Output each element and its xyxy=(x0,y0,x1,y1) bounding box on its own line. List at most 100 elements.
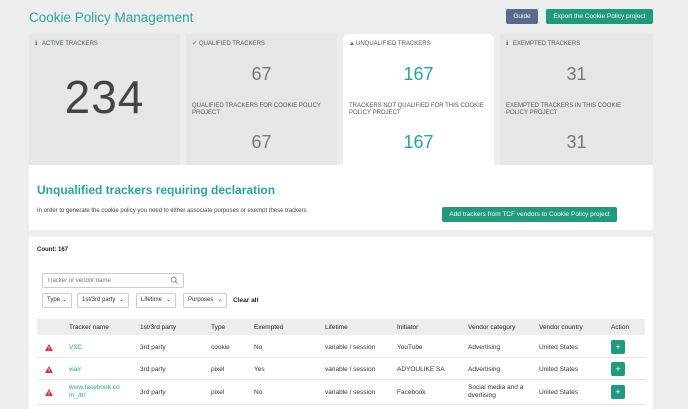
category-cell: Advertising xyxy=(468,366,501,373)
warning-icon xyxy=(45,389,53,396)
active-trackers-card[interactable]: ℹ ACTIVE TRACKERS 234 xyxy=(29,34,180,165)
type-cell: cookie xyxy=(211,344,230,351)
col-party[interactable]: 1st/3rd party xyxy=(140,324,176,331)
tracker-name-line1: www.facebook.co xyxy=(69,384,120,391)
table-row: VSC 3rd party cookie No variable / sessi… xyxy=(37,336,645,358)
initiator-cell: ADYOULIKE SA xyxy=(397,366,445,373)
initiator-cell: Facebook xyxy=(397,389,426,396)
qualified-trackers-card[interactable]: ✔ QUALIFIED TRACKERS 67 QUALIFIED TRACKER… xyxy=(186,34,337,165)
party-cell: 3rd party xyxy=(140,366,166,373)
exempted-trackers-value: 31 xyxy=(566,64,587,84)
add-tracker-button[interactable]: + xyxy=(611,385,625,399)
type-cell: pixel xyxy=(211,366,225,373)
guide-button[interactable]: Guide xyxy=(506,9,538,24)
qualified-trackers-label-text: QUALIFIED TRACKERS xyxy=(199,41,265,47)
unqualified-project-value: 167 xyxy=(403,132,434,152)
declaration-title: Unqualified trackers requiring declarati… xyxy=(37,183,276,197)
page-title: Cookie Policy Management xyxy=(29,10,194,25)
category-cell: Advertising xyxy=(468,344,501,351)
active-trackers-value: 234 xyxy=(64,71,145,123)
col-lifetime[interactable]: Lifetime xyxy=(325,324,348,331)
lifetime-cell: variable / session xyxy=(325,344,376,351)
info-icon: ℹ xyxy=(506,41,509,47)
search-icon[interactable] xyxy=(170,276,179,285)
unqualified-trackers-label-text: UNQUALIFIED TRACKERS xyxy=(356,41,431,47)
unqualified-trackers-card[interactable]: ▲UNQUALIFIED TRACKERS 167 TRACKERS NOT Q… xyxy=(343,34,494,165)
country-cell: United States xyxy=(539,389,579,396)
col-vendor-category[interactable]: Vendor category xyxy=(468,324,515,331)
tracker-name-link[interactable]: www.facebook.co m_/tr/ xyxy=(69,384,120,400)
add-tracker-button[interactable]: + xyxy=(611,340,625,354)
search-input[interactable] xyxy=(47,277,162,285)
tracker-name-line2: m_/tr/ xyxy=(69,392,86,399)
qualified-project-label: QUALIFIED TRACKERS FOR COOKIE POLICY PRO… xyxy=(192,103,321,116)
filter-type[interactable]: Type ⌄ xyxy=(42,293,72,308)
qualified-project-value: 67 xyxy=(251,132,272,152)
initiator-cell: YouTube xyxy=(397,344,423,351)
party-cell: 3rd party xyxy=(140,389,166,396)
country-cell: United States xyxy=(539,344,579,351)
chevron-down-icon: ⌄ xyxy=(118,297,124,303)
add-tracker-button[interactable]: + xyxy=(611,362,625,376)
unqualified-trackers-value: 167 xyxy=(403,64,434,84)
filter-type-label: Type xyxy=(47,297,61,303)
trackers-list-panel: Count: 167 Type⌄ 1st/3rd party⌄ Lifetime… xyxy=(29,237,653,409)
filter-purposes[interactable]: Purposes ⌄ xyxy=(183,293,227,308)
category-line2: dvertising xyxy=(468,392,496,399)
info-icon: ℹ xyxy=(35,41,38,47)
tracker-name-link[interactable]: via# xyxy=(69,366,81,374)
active-trackers-label: ℹ ACTIVE TRACKERS xyxy=(35,41,98,48)
warning-icon xyxy=(45,366,53,373)
unqualified-project-label: TRACKERS NOT QUALIFIED FOR THIS COOKIE P… xyxy=(349,103,484,116)
tracker-name-link[interactable]: VSC xyxy=(69,344,82,352)
category-cell: Social media and a dvertising xyxy=(468,384,523,400)
active-trackers-label-text: ACTIVE TRACKERS xyxy=(42,41,98,47)
warning-icon: ▲ xyxy=(349,41,355,47)
exempted-project-label: EXEMPTED TRACKERS IN THIS COOKIE POLICY … xyxy=(506,103,622,116)
table-row: www.facebook.co m_/tr/ 3rd party pixel N… xyxy=(37,380,645,405)
filter-lifetime-label: Lifetime xyxy=(141,297,163,303)
clear-all-link[interactable]: Clear all xyxy=(233,297,258,304)
check-icon: ✔ xyxy=(192,41,198,47)
chevron-down-icon: ⌄ xyxy=(216,297,222,303)
exempted-trackers-label: ℹ EXEMPTED TRACKERS xyxy=(506,41,580,48)
col-action: Action xyxy=(611,324,630,331)
count-label: Count: 167 xyxy=(37,247,69,253)
exempted-project-value: 31 xyxy=(566,132,587,152)
type-cell: pixel xyxy=(211,389,225,396)
country-cell: United States xyxy=(539,366,579,373)
unqualified-trackers-label: ▲UNQUALIFIED TRACKERS xyxy=(349,41,431,48)
exempted-trackers-label-text: EXEMPTED TRACKERS xyxy=(513,41,581,47)
chevron-down-icon: ⌄ xyxy=(165,297,171,303)
search-box[interactable] xyxy=(42,273,184,288)
chevron-down-icon: ⌄ xyxy=(61,297,67,303)
col-tracker-name[interactable]: Tracker name xyxy=(69,324,109,331)
exempted-cell: Yes xyxy=(254,366,265,373)
add-tcf-trackers-button[interactable]: Add trackers from TCF vendors to Cookie … xyxy=(442,207,617,222)
col-exempted[interactable]: Exempted xyxy=(254,324,283,331)
declaration-text: In order to generate the cookie policy y… xyxy=(37,208,307,214)
warning-icon xyxy=(45,344,53,351)
col-type[interactable]: Type xyxy=(211,324,225,331)
table-header: Tracker name 1st/3rd party Type Exempted… xyxy=(37,319,645,335)
export-cookie-policy-button[interactable]: Export the Cookie Policy project xyxy=(546,9,653,24)
col-vendor-country[interactable]: Vendor country xyxy=(539,324,583,331)
filter-party[interactable]: 1st/3rd party ⌄ xyxy=(77,293,129,308)
stats-panel: ℹ ACTIVE TRACKERS 234 ✔ QUALIFIED TRACKERS… xyxy=(29,34,653,165)
lifetime-cell: variable / session xyxy=(325,389,376,396)
declaration-panel: Unqualified trackers requiring declarati… xyxy=(29,165,653,230)
exempted-trackers-card[interactable]: ℹ EXEMPTED TRACKERS 31 EXEMPTED TRACKERS … xyxy=(500,34,653,165)
filter-lifetime[interactable]: Lifetime ⌄ xyxy=(136,293,176,308)
table-row: via# 3rd party pixel Yes variable / sess… xyxy=(37,358,645,380)
exempted-cell: No xyxy=(254,344,263,351)
page-header: Cookie Policy Management Guide Export th… xyxy=(0,0,688,34)
col-initiator[interactable]: Initiator xyxy=(397,324,418,331)
lifetime-cell: variable / session xyxy=(325,366,376,373)
exempted-cell: No xyxy=(254,389,263,396)
filter-party-label: 1st/3rd party xyxy=(82,297,116,303)
qualified-trackers-value: 67 xyxy=(251,64,272,84)
party-cell: 3rd party xyxy=(140,344,166,351)
category-line1: Social media and a xyxy=(468,384,524,391)
qualified-trackers-label: ✔ QUALIFIED TRACKERS xyxy=(192,41,265,48)
filter-purposes-label: Purposes xyxy=(188,297,214,303)
